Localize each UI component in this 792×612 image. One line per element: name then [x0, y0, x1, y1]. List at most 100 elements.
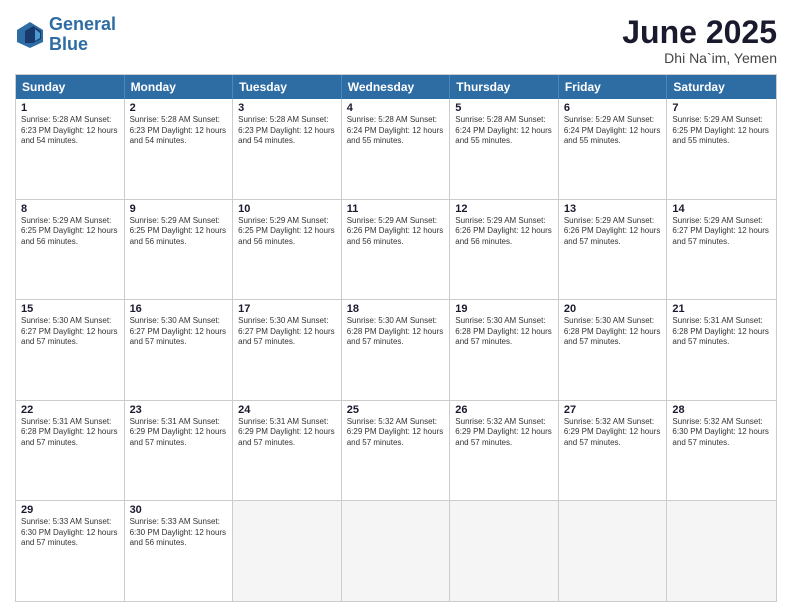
- day-number: 11: [347, 203, 445, 215]
- month-title: June 2025: [622, 15, 777, 50]
- header-day-sunday: Sunday: [16, 75, 125, 99]
- day-info: Sunrise: 5:28 AM Sunset: 6:23 PM Dayligh…: [130, 115, 228, 146]
- calendar-day-4: 4Sunrise: 5:28 AM Sunset: 6:24 PM Daylig…: [342, 99, 451, 199]
- day-info: Sunrise: 5:29 AM Sunset: 6:26 PM Dayligh…: [455, 216, 553, 247]
- day-info: Sunrise: 5:33 AM Sunset: 6:30 PM Dayligh…: [130, 517, 228, 548]
- header-day-friday: Friday: [559, 75, 668, 99]
- calendar-day-30: 30Sunrise: 5:33 AM Sunset: 6:30 PM Dayli…: [125, 501, 234, 601]
- calendar-day-9: 9Sunrise: 5:29 AM Sunset: 6:25 PM Daylig…: [125, 200, 234, 300]
- day-info: Sunrise: 5:30 AM Sunset: 6:27 PM Dayligh…: [130, 316, 228, 347]
- calendar-day-5: 5Sunrise: 5:28 AM Sunset: 6:24 PM Daylig…: [450, 99, 559, 199]
- day-info: Sunrise: 5:30 AM Sunset: 6:28 PM Dayligh…: [564, 316, 662, 347]
- day-number: 27: [564, 404, 662, 416]
- day-info: Sunrise: 5:28 AM Sunset: 6:24 PM Dayligh…: [455, 115, 553, 146]
- calendar: SundayMondayTuesdayWednesdayThursdayFrid…: [15, 74, 777, 602]
- calendar-day-24: 24Sunrise: 5:31 AM Sunset: 6:29 PM Dayli…: [233, 401, 342, 501]
- day-number: 10: [238, 203, 336, 215]
- day-number: 8: [21, 203, 119, 215]
- calendar-day-12: 12Sunrise: 5:29 AM Sunset: 6:26 PM Dayli…: [450, 200, 559, 300]
- calendar-day-empty: [667, 501, 776, 601]
- calendar-header: SundayMondayTuesdayWednesdayThursdayFrid…: [16, 75, 776, 99]
- day-number: 28: [672, 404, 771, 416]
- calendar-day-15: 15Sunrise: 5:30 AM Sunset: 6:27 PM Dayli…: [16, 300, 125, 400]
- day-number: 21: [672, 303, 771, 315]
- calendar-day-empty: [233, 501, 342, 601]
- day-number: 5: [455, 102, 553, 114]
- day-info: Sunrise: 5:29 AM Sunset: 6:27 PM Dayligh…: [672, 216, 771, 247]
- day-number: 7: [672, 102, 771, 114]
- day-info: Sunrise: 5:31 AM Sunset: 6:28 PM Dayligh…: [672, 316, 771, 347]
- day-number: 15: [21, 303, 119, 315]
- logo-text: General Blue: [49, 15, 116, 55]
- calendar-day-16: 16Sunrise: 5:30 AM Sunset: 6:27 PM Dayli…: [125, 300, 234, 400]
- calendar-day-8: 8Sunrise: 5:29 AM Sunset: 6:25 PM Daylig…: [16, 200, 125, 300]
- calendar-week-4: 22Sunrise: 5:31 AM Sunset: 6:28 PM Dayli…: [16, 400, 776, 501]
- day-number: 1: [21, 102, 119, 114]
- day-number: 9: [130, 203, 228, 215]
- calendar-day-26: 26Sunrise: 5:32 AM Sunset: 6:29 PM Dayli…: [450, 401, 559, 501]
- day-info: Sunrise: 5:28 AM Sunset: 6:23 PM Dayligh…: [21, 115, 119, 146]
- calendar-day-empty: [342, 501, 451, 601]
- calendar-week-2: 8Sunrise: 5:29 AM Sunset: 6:25 PM Daylig…: [16, 199, 776, 300]
- calendar-day-6: 6Sunrise: 5:29 AM Sunset: 6:24 PM Daylig…: [559, 99, 668, 199]
- day-number: 17: [238, 303, 336, 315]
- day-info: Sunrise: 5:31 AM Sunset: 6:28 PM Dayligh…: [21, 417, 119, 448]
- header-day-monday: Monday: [125, 75, 234, 99]
- day-info: Sunrise: 5:29 AM Sunset: 6:25 PM Dayligh…: [130, 216, 228, 247]
- day-info: Sunrise: 5:29 AM Sunset: 6:24 PM Dayligh…: [564, 115, 662, 146]
- day-info: Sunrise: 5:30 AM Sunset: 6:28 PM Dayligh…: [347, 316, 445, 347]
- logo-icon: [15, 20, 45, 50]
- day-number: 3: [238, 102, 336, 114]
- header: General Blue June 2025 Dhi Na`im, Yemen: [15, 15, 777, 66]
- day-number: 2: [130, 102, 228, 114]
- day-number: 14: [672, 203, 771, 215]
- day-number: 18: [347, 303, 445, 315]
- calendar-day-13: 13Sunrise: 5:29 AM Sunset: 6:26 PM Dayli…: [559, 200, 668, 300]
- calendar-body: 1Sunrise: 5:28 AM Sunset: 6:23 PM Daylig…: [16, 99, 776, 601]
- day-info: Sunrise: 5:30 AM Sunset: 6:28 PM Dayligh…: [455, 316, 553, 347]
- day-number: 12: [455, 203, 553, 215]
- day-info: Sunrise: 5:29 AM Sunset: 6:25 PM Dayligh…: [21, 216, 119, 247]
- day-number: 30: [130, 504, 228, 516]
- day-info: Sunrise: 5:29 AM Sunset: 6:26 PM Dayligh…: [347, 216, 445, 247]
- day-info: Sunrise: 5:29 AM Sunset: 6:25 PM Dayligh…: [238, 216, 336, 247]
- title-block: June 2025 Dhi Na`im, Yemen: [622, 15, 777, 66]
- day-number: 29: [21, 504, 119, 516]
- day-info: Sunrise: 5:32 AM Sunset: 6:29 PM Dayligh…: [347, 417, 445, 448]
- day-info: Sunrise: 5:31 AM Sunset: 6:29 PM Dayligh…: [130, 417, 228, 448]
- day-info: Sunrise: 5:29 AM Sunset: 6:25 PM Dayligh…: [672, 115, 771, 146]
- calendar-day-empty: [559, 501, 668, 601]
- calendar-day-2: 2Sunrise: 5:28 AM Sunset: 6:23 PM Daylig…: [125, 99, 234, 199]
- page: General Blue June 2025 Dhi Na`im, Yemen …: [0, 0, 792, 612]
- calendar-day-22: 22Sunrise: 5:31 AM Sunset: 6:28 PM Dayli…: [16, 401, 125, 501]
- header-day-saturday: Saturday: [667, 75, 776, 99]
- calendar-day-27: 27Sunrise: 5:32 AM Sunset: 6:29 PM Dayli…: [559, 401, 668, 501]
- header-day-thursday: Thursday: [450, 75, 559, 99]
- calendar-day-3: 3Sunrise: 5:28 AM Sunset: 6:23 PM Daylig…: [233, 99, 342, 199]
- calendar-day-7: 7Sunrise: 5:29 AM Sunset: 6:25 PM Daylig…: [667, 99, 776, 199]
- day-info: Sunrise: 5:32 AM Sunset: 6:29 PM Dayligh…: [455, 417, 553, 448]
- calendar-day-19: 19Sunrise: 5:30 AM Sunset: 6:28 PM Dayli…: [450, 300, 559, 400]
- day-number: 13: [564, 203, 662, 215]
- calendar-week-5: 29Sunrise: 5:33 AM Sunset: 6:30 PM Dayli…: [16, 500, 776, 601]
- day-number: 24: [238, 404, 336, 416]
- day-info: Sunrise: 5:28 AM Sunset: 6:24 PM Dayligh…: [347, 115, 445, 146]
- day-info: Sunrise: 5:30 AM Sunset: 6:27 PM Dayligh…: [238, 316, 336, 347]
- day-number: 20: [564, 303, 662, 315]
- calendar-day-14: 14Sunrise: 5:29 AM Sunset: 6:27 PM Dayli…: [667, 200, 776, 300]
- calendar-day-1: 1Sunrise: 5:28 AM Sunset: 6:23 PM Daylig…: [16, 99, 125, 199]
- day-number: 16: [130, 303, 228, 315]
- calendar-day-21: 21Sunrise: 5:31 AM Sunset: 6:28 PM Dayli…: [667, 300, 776, 400]
- calendar-day-23: 23Sunrise: 5:31 AM Sunset: 6:29 PM Dayli…: [125, 401, 234, 501]
- logo: General Blue: [15, 15, 116, 55]
- calendar-day-10: 10Sunrise: 5:29 AM Sunset: 6:25 PM Dayli…: [233, 200, 342, 300]
- header-day-tuesday: Tuesday: [233, 75, 342, 99]
- calendar-day-29: 29Sunrise: 5:33 AM Sunset: 6:30 PM Dayli…: [16, 501, 125, 601]
- day-number: 19: [455, 303, 553, 315]
- day-number: 25: [347, 404, 445, 416]
- day-info: Sunrise: 5:32 AM Sunset: 6:30 PM Dayligh…: [672, 417, 771, 448]
- day-info: Sunrise: 5:33 AM Sunset: 6:30 PM Dayligh…: [21, 517, 119, 548]
- calendar-day-28: 28Sunrise: 5:32 AM Sunset: 6:30 PM Dayli…: [667, 401, 776, 501]
- day-info: Sunrise: 5:30 AM Sunset: 6:27 PM Dayligh…: [21, 316, 119, 347]
- location-subtitle: Dhi Na`im, Yemen: [622, 50, 777, 66]
